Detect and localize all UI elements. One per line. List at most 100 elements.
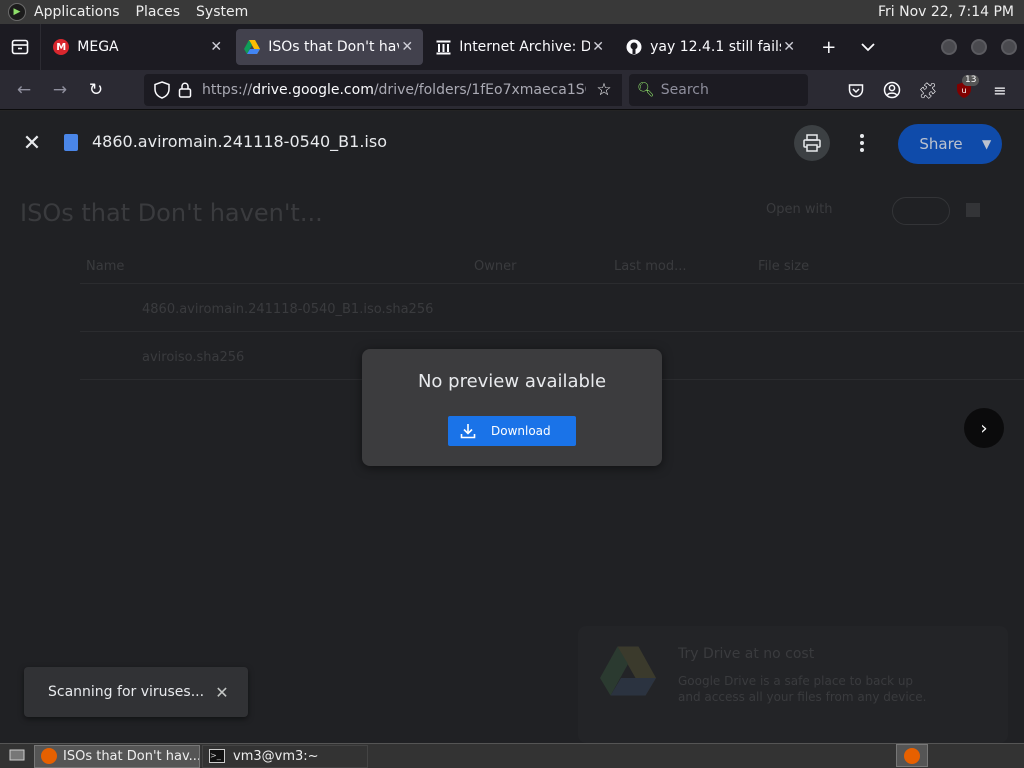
caret-down-icon[interactable]: ▼ xyxy=(982,137,1002,151)
show-desktop-button[interactable] xyxy=(2,745,32,768)
close-viewer-button[interactable]: ✕ xyxy=(18,129,46,157)
internet-archive-icon xyxy=(435,39,451,55)
desktop-top-bar: ▶ Applications Places System Fri Nov 22,… xyxy=(0,0,1024,24)
google-drive-icon xyxy=(244,39,261,55)
arrow-left-icon: ← xyxy=(16,80,32,100)
tab-title: yay 12.4.1 still fails wit xyxy=(650,39,781,55)
bookmark-star-button[interactable]: ☆ xyxy=(586,74,622,106)
account-icon xyxy=(883,81,901,99)
pocket-icon xyxy=(848,83,864,97)
viewer-file-name: 4860.aviromain.241118-0540_B1.iso xyxy=(92,132,387,151)
url-scheme: https:// xyxy=(202,82,253,98)
places-menu[interactable]: Places xyxy=(128,0,189,24)
more-vert-icon xyxy=(860,134,864,138)
close-window-button[interactable] xyxy=(1000,39,1017,55)
print-button[interactable] xyxy=(794,125,830,161)
background-folder-title: ISOs that Don't haven't... xyxy=(20,199,323,227)
browser-tab-bar: M MEGA ✕ ISOs that Don't haven't ✕ Inter… xyxy=(0,24,1024,70)
document-file-icon xyxy=(64,134,78,151)
tab-title: Internet Archive: Digit xyxy=(459,39,591,55)
list-all-tabs-button[interactable] xyxy=(853,31,884,63)
ublock-origin-button[interactable]: u 13 xyxy=(948,74,980,106)
background-col-name: Name xyxy=(86,259,125,274)
tab-google-drive[interactable]: ISOs that Don't haven't ✕ xyxy=(236,29,424,65)
ublock-badge: 13 xyxy=(962,75,980,86)
system-menu[interactable]: System xyxy=(188,0,256,24)
arrow-right-icon: → xyxy=(52,80,68,100)
forward-button[interactable]: → xyxy=(42,74,78,106)
tab-title: MEGA xyxy=(77,39,119,55)
search-placeholder: Search xyxy=(660,82,709,98)
background-col-owner: Owner xyxy=(474,259,517,274)
firefox-icon xyxy=(41,748,57,764)
firefox-view-button[interactable] xyxy=(0,24,42,70)
background-row-1: 4860.aviromain.241118-0540_B1.iso.sha256 xyxy=(142,302,434,317)
tracking-protection-shield-icon[interactable] xyxy=(154,81,170,99)
file-viewer-header: ✕ 4860.aviromain.241118-0540_B1.iso Shar… xyxy=(0,111,1024,175)
tab-title: ISOs that Don't haven't xyxy=(268,39,399,55)
taskbar-item-label: vm3@vm3:~ xyxy=(233,748,319,764)
pocket-button[interactable] xyxy=(840,74,872,106)
search-bar[interactable]: 🔍︎ Search xyxy=(629,74,808,106)
star-icon: ☆ xyxy=(596,80,612,100)
no-preview-message: No preview available xyxy=(417,371,607,392)
account-button[interactable] xyxy=(876,74,908,106)
clock[interactable]: Fri Nov 22, 7:14 PM xyxy=(878,0,1014,24)
next-file-button[interactable]: › xyxy=(964,408,1004,448)
printer-icon xyxy=(803,134,821,152)
background-col-file-size: File size xyxy=(758,259,810,274)
back-button[interactable]: ← xyxy=(6,74,42,106)
lock-icon[interactable] xyxy=(178,82,192,98)
distro-logo-icon[interactable]: ▶ xyxy=(8,3,26,21)
background-list-view-toggle xyxy=(892,197,950,225)
hamburger-menu-icon: ≡ xyxy=(993,80,1007,100)
background-grid-view-icon xyxy=(966,203,980,217)
new-tab-button[interactable]: + xyxy=(813,31,844,63)
terminal-icon: >_ xyxy=(209,749,225,763)
firefox-view-icon xyxy=(11,39,29,55)
close-tab-icon[interactable]: ✕ xyxy=(399,39,415,55)
applications-menu[interactable]: Applications xyxy=(26,0,128,24)
taskbar-item-firefox[interactable]: ISOs that Don't hav... xyxy=(34,744,200,768)
extensions-button[interactable]: 🧩︎ xyxy=(912,74,944,106)
close-tab-icon[interactable]: ✕ xyxy=(781,39,797,55)
download-icon xyxy=(448,423,488,439)
web-page: ISOs that Don't haven't... Open with Nam… xyxy=(0,111,1024,743)
background-col-last-modified: Last mod... xyxy=(614,259,687,274)
background-promo-body: Google Drive is a safe place to back up … xyxy=(678,674,927,704)
taskbar-item-label: ISOs that Don't hav... xyxy=(63,748,200,764)
reload-button[interactable]: ↻ xyxy=(78,74,114,106)
tab-mega[interactable]: M MEGA ✕ xyxy=(45,29,232,65)
app-menu-button[interactable]: ≡ xyxy=(984,74,1016,106)
more-actions-button[interactable] xyxy=(852,131,872,155)
more-vert-icon xyxy=(860,148,864,152)
background-open-with: Open with xyxy=(766,202,833,217)
background-divider xyxy=(80,331,1024,332)
close-icon: ✕ xyxy=(22,130,42,156)
dismiss-toast-icon[interactable]: ✕ xyxy=(212,683,232,702)
share-label: Share xyxy=(919,135,963,153)
url-bar[interactable]: https://drive.google.com/drive/folders/1… xyxy=(144,74,618,106)
window-controls xyxy=(934,39,1024,55)
svg-text:u: u xyxy=(961,86,966,95)
tab-internet-archive[interactable]: Internet Archive: Digit ✕ xyxy=(427,29,614,65)
firefox-icon xyxy=(904,747,920,764)
mega-icon: M xyxy=(53,39,70,55)
close-tab-icon[interactable]: ✕ xyxy=(208,39,224,55)
tab-github[interactable]: yay 12.4.1 still fails wit ✕ xyxy=(618,29,805,65)
background-drive-logo xyxy=(600,646,656,696)
github-icon xyxy=(626,39,642,55)
search-engine-icon: 🔍︎ xyxy=(637,82,655,98)
workspace-switcher[interactable] xyxy=(896,744,928,767)
toast-message: Scanning for viruses... xyxy=(48,684,205,700)
share-button[interactable]: Share ▼ xyxy=(898,124,1002,164)
navigation-toolbar: ← → ↻ https://drive.google.com/drive/fol… xyxy=(0,70,1024,110)
minimize-window-button[interactable] xyxy=(940,39,957,55)
taskbar-item-terminal[interactable]: >_ vm3@vm3:~ xyxy=(202,744,368,768)
close-tab-icon[interactable]: ✕ xyxy=(590,39,606,55)
background-divider xyxy=(80,283,1024,284)
download-button[interactable]: Download xyxy=(448,416,576,446)
puzzle-icon: 🧩︎ xyxy=(917,80,939,100)
maximize-window-button[interactable] xyxy=(970,39,987,55)
no-preview-card: No preview available Download xyxy=(362,349,662,466)
